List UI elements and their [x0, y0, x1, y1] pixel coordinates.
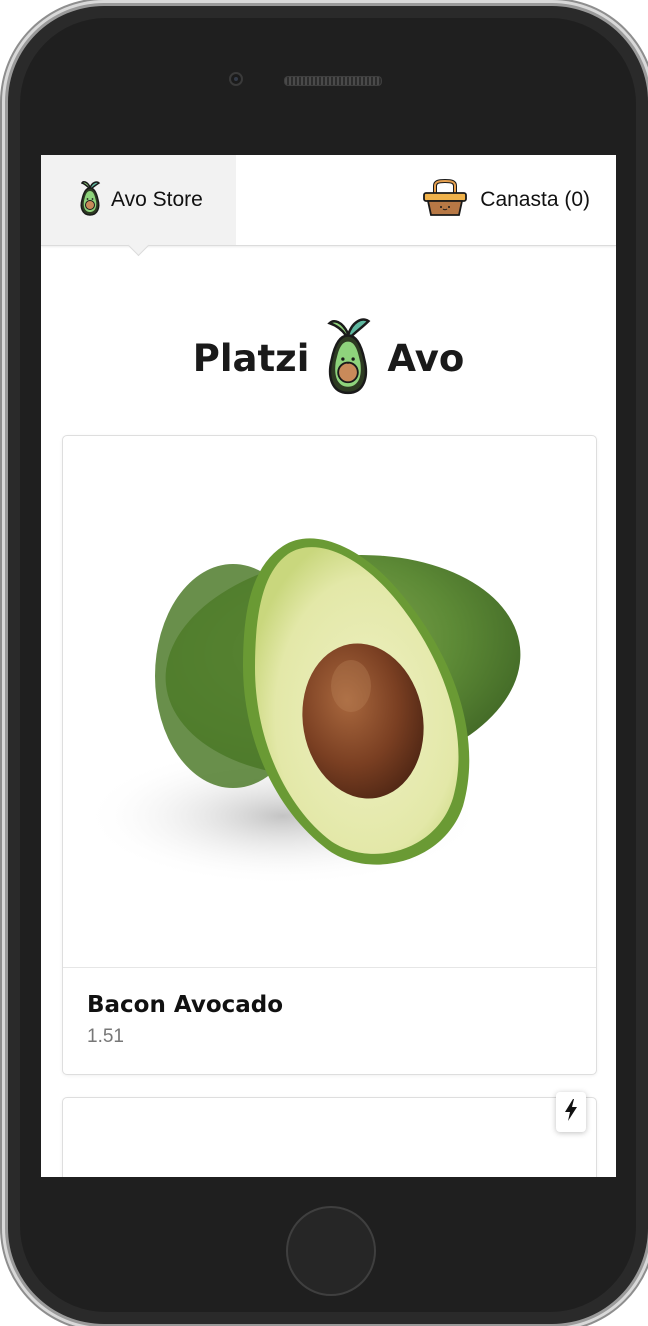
nav-cart-link[interactable]: Canasta (0): [422, 155, 590, 245]
home-button[interactable]: [286, 1206, 376, 1296]
product-image: [63, 436, 596, 968]
card-bottom-padding: [63, 1048, 596, 1074]
nav-cart-label: Canasta (0): [480, 188, 590, 211]
product-card-body: Bacon Avocado 1.51: [63, 968, 596, 1048]
nav-home-label: Avo Store: [111, 188, 203, 211]
avocado-mascot-icon: [321, 315, 375, 402]
earpiece-speaker: [284, 76, 382, 86]
page-title: Platzi Avo: [41, 315, 616, 402]
avocado-mascot-icon: [77, 179, 103, 222]
product-price: 1.51: [87, 1026, 124, 1047]
title-right-word: Avo: [387, 337, 465, 380]
product-card[interactable]: [62, 1097, 597, 1177]
app-screen: Avo Store Canasta (0) Platzi Avo Bacon A…: [41, 155, 616, 1177]
device-frame: Avo Store Canasta (0) Platzi Avo Bacon A…: [0, 0, 648, 1326]
lightning-bolt-button[interactable]: [556, 1092, 586, 1132]
top-navbar: Avo Store Canasta (0): [41, 155, 616, 257]
front-camera: [229, 72, 243, 86]
nav-home-link[interactable]: Avo Store: [41, 155, 236, 245]
title-left-word: Platzi: [192, 337, 310, 380]
product-card[interactable]: Bacon Avocado 1.51: [62, 435, 597, 1075]
lightning-bolt-icon: [564, 1098, 578, 1126]
product-name: Bacon Avocado: [87, 992, 284, 1018]
basket-icon: [422, 178, 468, 223]
